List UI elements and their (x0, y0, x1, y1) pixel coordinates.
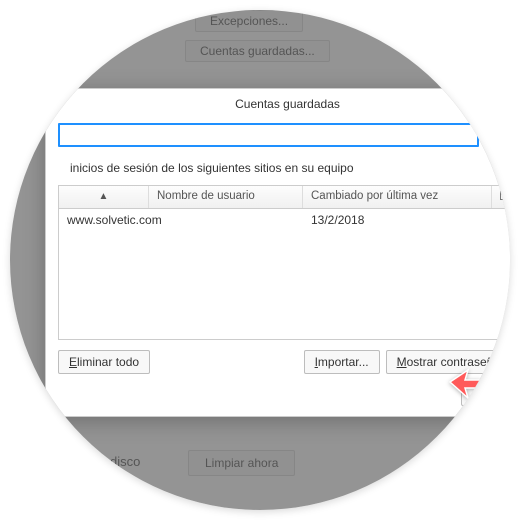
close-row: Cerrar (46, 378, 510, 408)
column-picker-icon[interactable] (492, 186, 510, 208)
saved-accounts-dialog: Cuentas guardadas × inicios de sesión de… (45, 88, 510, 417)
close-icon[interactable]: × (475, 97, 483, 113)
dialog-actions: Eliminar todo Importar... Mostrar contra… (46, 340, 510, 378)
column-changed[interactable]: Cambiado por última vez (303, 186, 492, 208)
dialog-titlebar: Cuentas guardadas × (46, 89, 510, 121)
pointer-arrow-icon (448, 366, 476, 394)
import-button[interactable]: Importar... (304, 350, 380, 374)
cell-changed: 13/2/2018 (303, 213, 510, 227)
circle-crop: web Excepciones... Cuentas guardadas... … (10, 10, 510, 510)
accounts-table: ▲ Nombre de usuario Cambiado por última … (58, 185, 510, 340)
search-input[interactable] (58, 123, 479, 147)
cell-site: www.solvetic.com (59, 213, 303, 227)
table-body: www.solvetic.com 13/2/2018 (59, 209, 510, 339)
sort-arrow-icon: ▲ (99, 191, 109, 202)
column-sort[interactable]: ▲ (59, 186, 149, 208)
column-username[interactable]: Nombre de usuario (149, 186, 303, 208)
table-row[interactable]: www.solvetic.com 13/2/2018 (59, 209, 510, 231)
resize-grip-icon[interactable] (481, 402, 491, 412)
remove-all-button[interactable]: Eliminar todo (58, 350, 150, 374)
table-header: ▲ Nombre de usuario Cambiado por última … (59, 186, 510, 209)
dialog-title-text: Cuentas guardadas (235, 97, 340, 111)
dialog-description: inicios de sesión de los siguientes siti… (46, 157, 510, 185)
